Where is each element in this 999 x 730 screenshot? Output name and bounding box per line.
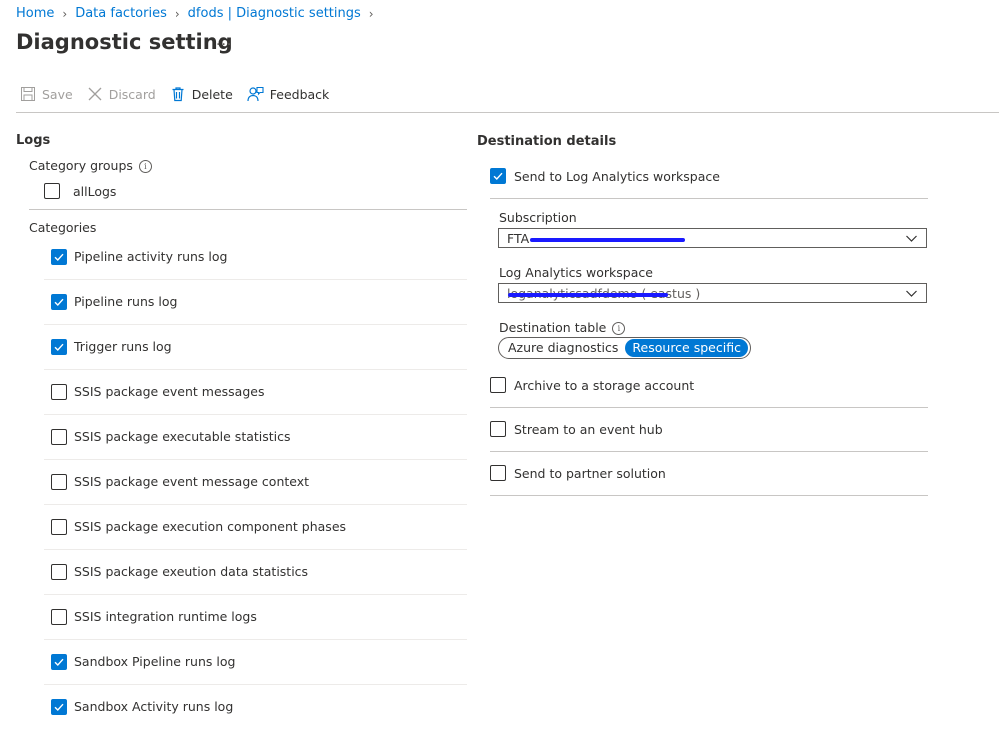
category-checkbox[interactable] xyxy=(51,608,67,625)
page-title: Diagnostic setting xyxy=(16,30,233,54)
category-row[interactable]: SSIS package execution component phases xyxy=(44,504,467,550)
category-row[interactable]: Pipeline runs log xyxy=(44,279,467,325)
group-alllogs[interactable]: allLogs xyxy=(44,183,116,199)
category-label: Sandbox Pipeline runs log xyxy=(74,654,236,669)
save-icon xyxy=(21,87,35,101)
subscription-label: Subscription xyxy=(499,210,577,225)
category-checkbox[interactable] xyxy=(51,698,67,715)
breadcrumb: Home › Data factories › dfods | Diagnost… xyxy=(16,6,382,21)
category-checkbox[interactable] xyxy=(51,428,67,445)
azure-diagnostics-option[interactable]: Azure diagnostics xyxy=(501,339,625,357)
checkmark-icon xyxy=(54,658,64,666)
breadcrumb-data-factories[interactable]: Data factories xyxy=(75,6,167,21)
category-label: SSIS package execution component phases xyxy=(74,519,347,534)
category-row[interactable]: Pipeline activity runs log xyxy=(44,234,467,280)
category-row[interactable]: SSIS integration runtime logs xyxy=(44,594,467,640)
category-label: Pipeline activity runs log xyxy=(74,249,228,264)
category-row[interactable]: Trigger runs log xyxy=(44,324,467,370)
workspace-label: Log Analytics workspace xyxy=(499,265,653,280)
category-groups-label: Category groups i xyxy=(29,158,152,173)
feedback-button[interactable]: Feedback xyxy=(247,86,329,102)
info-icon[interactable]: i xyxy=(612,322,626,335)
destination-heading: Destination details xyxy=(477,134,617,149)
checkmark-icon xyxy=(54,343,64,351)
destination-table-label: Destination table i xyxy=(499,320,626,335)
chevron-right-icon: › xyxy=(174,6,180,21)
chevron-down-icon xyxy=(906,235,917,242)
save-button[interactable]: Save xyxy=(20,86,73,102)
category-label: SSIS integration runtime logs xyxy=(74,609,257,624)
stream-option[interactable]: Stream to an event hub xyxy=(490,407,928,452)
category-checkbox[interactable] xyxy=(51,248,67,265)
destination-table-toggle: Azure diagnostics Resource specific xyxy=(498,337,751,359)
checkmark-icon xyxy=(54,253,64,261)
chevron-right-icon: › xyxy=(368,6,374,21)
alllogs-checkbox[interactable] xyxy=(44,183,60,199)
category-label: SSIS package executable statistics xyxy=(74,429,291,444)
stream-checkbox[interactable] xyxy=(490,421,506,437)
category-row[interactable]: Sandbox Activity runs log xyxy=(44,684,467,729)
category-label: SSIS package event message context xyxy=(74,474,310,489)
log-analytics-option[interactable]: Send to Log Analytics workspace xyxy=(490,154,928,199)
category-checkbox[interactable] xyxy=(51,293,67,310)
archive-checkbox[interactable] xyxy=(490,377,506,393)
category-row[interactable]: SSIS package exeution data statistics xyxy=(44,549,467,595)
more-options-button[interactable]: ... xyxy=(216,33,232,49)
category-checkbox[interactable] xyxy=(51,473,67,490)
category-label: Pipeline runs log xyxy=(74,294,178,309)
checkmark-icon xyxy=(493,172,503,181)
feedback-icon xyxy=(247,86,264,102)
delete-button[interactable]: Delete xyxy=(170,86,233,102)
discard-button[interactable]: Discard xyxy=(87,86,156,102)
chevron-right-icon: › xyxy=(62,6,68,21)
toolbar-divider xyxy=(16,112,999,113)
resource-specific-option[interactable]: Resource specific xyxy=(625,339,748,357)
breadcrumb-home[interactable]: Home xyxy=(16,6,54,21)
category-label: SSIS package event messages xyxy=(74,384,265,399)
redaction-mark xyxy=(530,238,685,242)
trash-icon xyxy=(172,87,184,102)
redaction-mark xyxy=(508,293,668,297)
partner-option[interactable]: Send to partner solution xyxy=(490,451,928,496)
category-checkbox[interactable] xyxy=(51,383,67,400)
category-row[interactable]: SSIS package executable statistics xyxy=(44,414,467,460)
groups-divider xyxy=(29,209,467,210)
alllogs-label: allLogs xyxy=(73,183,117,199)
category-row[interactable]: SSIS package event message context xyxy=(44,459,467,505)
info-icon[interactable]: i xyxy=(138,160,152,173)
log-analytics-checkbox[interactable] xyxy=(490,168,506,184)
checkmark-icon xyxy=(54,298,64,306)
category-checkbox[interactable] xyxy=(51,338,67,355)
chevron-down-icon xyxy=(906,290,917,297)
category-label: Sandbox Activity runs log xyxy=(74,699,234,714)
category-checkbox[interactable] xyxy=(51,563,67,580)
category-label: Trigger runs log xyxy=(74,339,172,354)
close-icon xyxy=(88,87,102,101)
command-bar: Save Discard Delete Feedback xyxy=(20,86,343,102)
category-row[interactable]: SSIS package event messages xyxy=(44,369,467,415)
category-label: SSIS package exeution data statistics xyxy=(74,564,309,579)
category-checkbox[interactable] xyxy=(51,653,67,670)
subscription-value: FTA xyxy=(507,230,530,246)
partner-checkbox[interactable] xyxy=(490,465,506,481)
checkmark-icon xyxy=(54,703,64,711)
archive-option[interactable]: Archive to a storage account xyxy=(490,363,928,408)
categories-label: Categories xyxy=(29,220,97,235)
category-row[interactable]: Sandbox Pipeline runs log xyxy=(44,639,467,685)
logs-heading: Logs xyxy=(16,133,51,148)
category-checkbox[interactable] xyxy=(51,518,67,535)
breadcrumb-diagnostic-settings[interactable]: dfods | Diagnostic settings xyxy=(188,6,361,21)
